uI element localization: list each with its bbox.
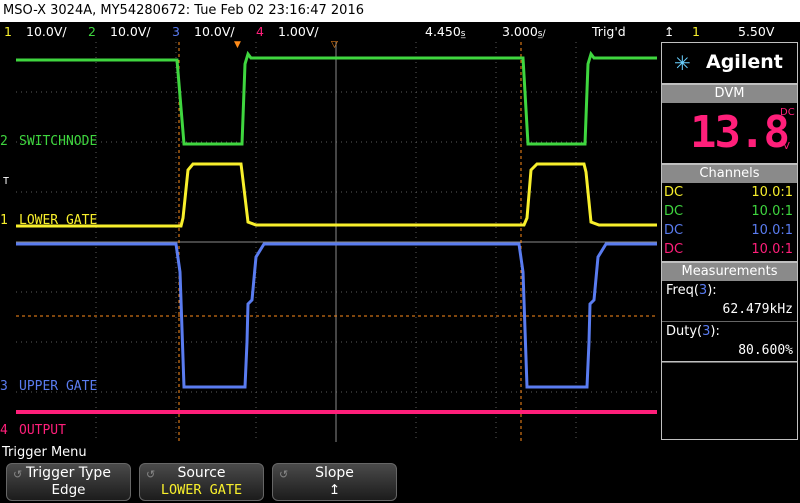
ch2-number[interactable]: 2 <box>88 22 96 42</box>
dvm-unit: V <box>783 141 790 152</box>
menu-title: Trigger Menu <box>2 445 87 460</box>
entry-knob-icon: ↺ <box>13 468 23 481</box>
softkey-value: LOWER GATE <box>160 482 243 498</box>
channel-row[interactable]: DC 10.0:1 <box>662 202 797 221</box>
trigger-source[interactable]: 1 <box>692 22 700 42</box>
channel-coupling: DC <box>664 185 684 200</box>
title-bar: MSO-X 3024A, MY54280672: Tue Feb 02 23:1… <box>0 0 800 22</box>
brand-name: Agilent <box>706 51 783 73</box>
waveform-display[interactable]: ▼ ▽ <box>16 40 657 442</box>
seconds-per-div-unit-icon: s̲/ <box>537 29 546 39</box>
source-softkey[interactable]: ↺ Source LOWER GATE <box>139 463 264 501</box>
softkey-label: Source <box>177 465 226 481</box>
measurements-panel[interactable]: Measurements Freq(3): 62.479kHz Duty(3):… <box>661 262 798 363</box>
seconds-unit-icon: s̲ <box>460 29 466 39</box>
sidebar-empty-panel <box>661 362 798 440</box>
brand-panel: ✳ Agilent <box>661 42 798 84</box>
dvm-mode: DC <box>780 107 795 118</box>
softkey-label: Trigger Type <box>26 465 111 481</box>
ch2-label: SWITCHNODE <box>19 134 98 149</box>
timebase-value: 3.000 <box>502 24 538 39</box>
channel-row[interactable]: DC 10.0:1 <box>662 221 797 240</box>
trigger-state: Trig'd <box>592 24 626 39</box>
channel-coupling: DC <box>664 242 684 257</box>
sidebar: ✳ Agilent DVM 13.8 DC V Channels DC 10.0… <box>659 42 800 442</box>
entry-knob-icon: ↺ <box>146 468 156 481</box>
softkey-label: Slope <box>315 465 354 481</box>
measurements-header: Measurements <box>662 263 797 281</box>
status-bar: 1 10.0V/ 2 10.0V/ 3 10.0V/ 4 1.00V/ 4.45… <box>0 22 800 42</box>
measurement-name: Duty(3): <box>666 324 720 339</box>
channel-row[interactable]: DC 10.0:1 <box>662 183 797 202</box>
window-title: MSO-X 3024A, MY54280672: Tue Feb 02 23:1… <box>3 3 364 18</box>
measurement-item[interactable]: Freq(3): 62.479kHz <box>662 281 797 322</box>
ch4-scale[interactable]: 1.00V/ <box>278 22 319 42</box>
channel-probe: 10.0:1 <box>751 223 793 238</box>
time-offset-value: 4.450 <box>425 24 461 39</box>
ch1-ground-marker-icon[interactable]: 1 <box>0 213 8 228</box>
entry-knob-icon: ↺ <box>279 468 289 481</box>
channel-coupling: DC <box>664 223 684 238</box>
channel-probe: 10.0:1 <box>751 185 793 200</box>
ch4-number[interactable]: 4 <box>256 22 264 42</box>
ch3-label: UPPER GATE <box>19 379 98 394</box>
trigger-type-softkey[interactable]: ↺ Trigger Type Edge <box>6 463 131 501</box>
trigger-position-marker-icon[interactable]: ▼ <box>234 40 241 50</box>
channels-panel[interactable]: Channels DC 10.0:1 DC 10.0:1 DC 10.0:1 D… <box>661 164 798 262</box>
ch3-scale[interactable]: 10.0V/ <box>194 22 235 42</box>
ch4-label: OUTPUT <box>19 423 66 438</box>
agilent-spark-icon: ✳ <box>674 51 691 75</box>
dvm-panel[interactable]: DVM 13.8 DC V <box>661 84 798 164</box>
time-offset[interactable]: 4.450s̲ <box>425 22 466 44</box>
channel-probe: 10.0:1 <box>751 204 793 219</box>
measurement-value: 62.479kHz <box>722 302 793 317</box>
ch2-scale[interactable]: 10.0V/ <box>110 22 151 42</box>
ch1-number[interactable]: 1 <box>4 22 12 42</box>
channel-coupling: DC <box>664 204 684 219</box>
time-reference-marker-icon[interactable]: ▽ <box>331 40 338 50</box>
waveform-graticule <box>16 42 657 442</box>
ch3-number[interactable]: 3 <box>172 22 180 42</box>
measurement-item[interactable]: Duty(3): 80.600% <box>662 322 797 363</box>
ch1-scale[interactable]: 10.0V/ <box>26 22 67 42</box>
channel-row[interactable]: DC 10.0:1 <box>662 240 797 259</box>
rising-edge-icon: ↥ <box>664 24 675 39</box>
measurement-value: 80.600% <box>738 343 793 358</box>
trigger-level[interactable]: 5.50V <box>738 22 774 42</box>
channel-probe: 10.0:1 <box>751 242 793 257</box>
softkey-value: Edge <box>51 482 86 498</box>
slope-softkey[interactable]: ↺ Slope ↥ <box>272 463 397 501</box>
dvm-header: DVM <box>662 85 797 103</box>
timebase[interactable]: 3.000s̲/ <box>502 22 546 44</box>
dvm-value: 13.8 <box>690 107 790 158</box>
ch1-label: LOWER GATE <box>19 213 98 228</box>
trigger-level-marker-icon[interactable]: T <box>3 176 9 187</box>
softkey-value: ↥ <box>328 482 341 498</box>
channels-header: Channels <box>662 165 797 183</box>
ch4-ground-marker-icon[interactable]: 4 <box>0 423 8 438</box>
ch3-ground-marker-icon[interactable]: 3 <box>0 379 8 394</box>
measurement-name: Freq(3): <box>666 283 717 298</box>
ch2-ground-marker-icon[interactable]: 2 <box>0 134 8 149</box>
